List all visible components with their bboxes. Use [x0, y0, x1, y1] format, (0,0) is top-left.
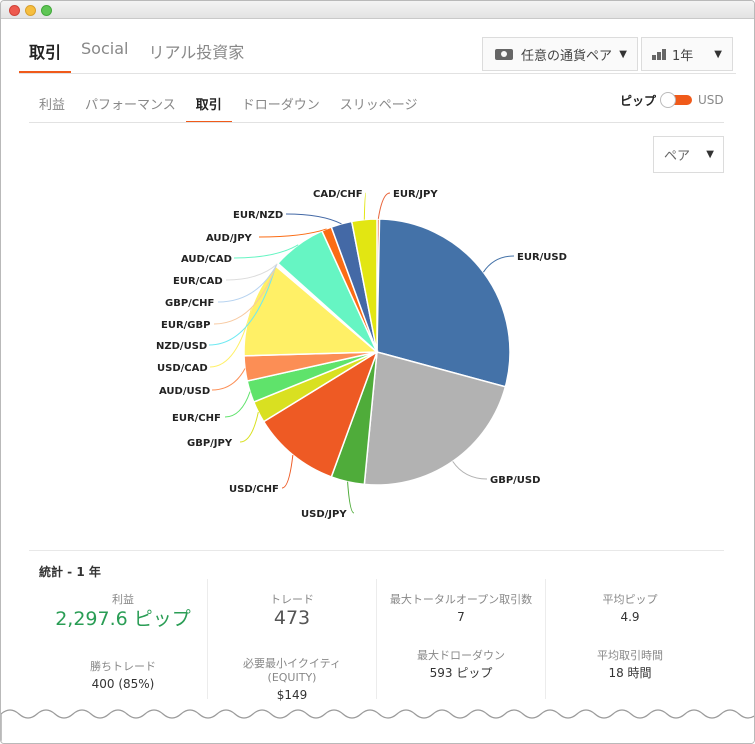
pie-leader-line	[211, 368, 246, 391]
pie-leader-line	[452, 461, 488, 480]
pie-label-eur-gbp: EUR/GBP	[161, 320, 210, 331]
divider	[29, 550, 724, 551]
trades-label: トレード	[270, 593, 314, 606]
pie-label-aud-jpy: AUD/JPY	[206, 233, 253, 244]
trades-value: 473	[273, 607, 311, 629]
max-open-trades-value: 7	[457, 610, 465, 624]
pie-label-eur-chf: EUR/CHF	[172, 413, 221, 424]
pie-leader-line	[377, 192, 391, 220]
pie-leader-line	[363, 192, 367, 220]
max-open-trades-label: 最大トータルオープン取引数	[389, 593, 533, 606]
pie-label-usd-jpy: USD/JPY	[301, 509, 347, 520]
pie-leader-line	[239, 411, 259, 443]
app-window: 取引 Social リアル投資家 任意の通貨ペア ▼ 1年 ▼ 利益 パフォーマ…	[0, 0, 755, 744]
stats-column-profit: 利益 2,297.6 ピップ 勝ちトレード 400 (85%)	[39, 579, 207, 692]
min-equity-label: 必要最小イクイティ (EQUITY)	[243, 657, 341, 684]
pie-chart: EUR/JPY EUR/USD GBP/USD USD/JPY USD/CHF GBP/J…	[156, 189, 567, 520]
pie-leader-line	[482, 255, 515, 273]
stats-column-trades: トレード 473 必要最小イクイティ (EQUITY) $149	[208, 579, 376, 703]
pie-label-eur-nzd: EUR/NZD	[233, 210, 283, 221]
stats-column-max-open: 最大トータルオープン取引数 7 最大ドローダウン 593 ピップ	[377, 579, 545, 681]
avg-trade-time-value: 18 時間	[608, 666, 652, 680]
pie-label-cad-chf: CAD/CHF	[313, 189, 363, 200]
max-drawdown-value: 593 ピップ	[429, 666, 493, 680]
win-trades-label: 勝ちトレード	[90, 660, 156, 673]
pie-label-nzd-usd: NZD/USD	[156, 341, 207, 352]
pie-label-usd-chf: USD/CHF	[229, 484, 279, 495]
profit-label: 利益	[112, 593, 134, 606]
min-equity-value: $149	[276, 688, 308, 702]
avg-pips-value: 4.9	[620, 610, 640, 624]
stats-column-avg-pips: 平均ピップ 4.9 平均取引時間 18 時間	[546, 579, 714, 681]
pie-leader-line	[281, 454, 294, 489]
pie-label-aud-usd: AUD/USD	[159, 386, 210, 397]
max-drawdown-label: 最大ドローダウン	[417, 649, 505, 662]
pie-leader-line	[224, 391, 251, 418]
avg-trade-time-label: 平均取引時間	[597, 649, 663, 662]
win-trades-value: 400 (85%)	[91, 677, 155, 691]
pie-label-aud-cad: AUD/CAD	[181, 254, 232, 265]
pie-label-eur-usd: EUR/USD	[517, 252, 567, 263]
pie-label-usd-cad: USD/CAD	[157, 363, 208, 374]
pie-label-gbp-usd: GBP/USD	[490, 475, 540, 486]
pie-leader-line	[347, 481, 355, 514]
torn-edge	[1, 709, 754, 743]
stats-title: 統計 - 1 年	[39, 565, 101, 579]
avg-pips-label: 平均ピップ	[602, 593, 658, 606]
pie-label-eur-cad: EUR/CAD	[173, 276, 223, 287]
pie-label-eur-jpy: EUR/JPY	[393, 189, 438, 200]
pie-chart-area: EUR/JPY EUR/USD GBP/USD USD/JPY USD/CHF GBP/J…	[1, 1, 754, 541]
pie-leader-line	[285, 213, 342, 225]
pie-label-gbp-jpy: GBP/JPY	[187, 438, 233, 449]
pie-label-gbp-chf: GBP/CHF	[165, 298, 214, 309]
profit-value: 2,297.6 ピップ	[55, 608, 191, 630]
